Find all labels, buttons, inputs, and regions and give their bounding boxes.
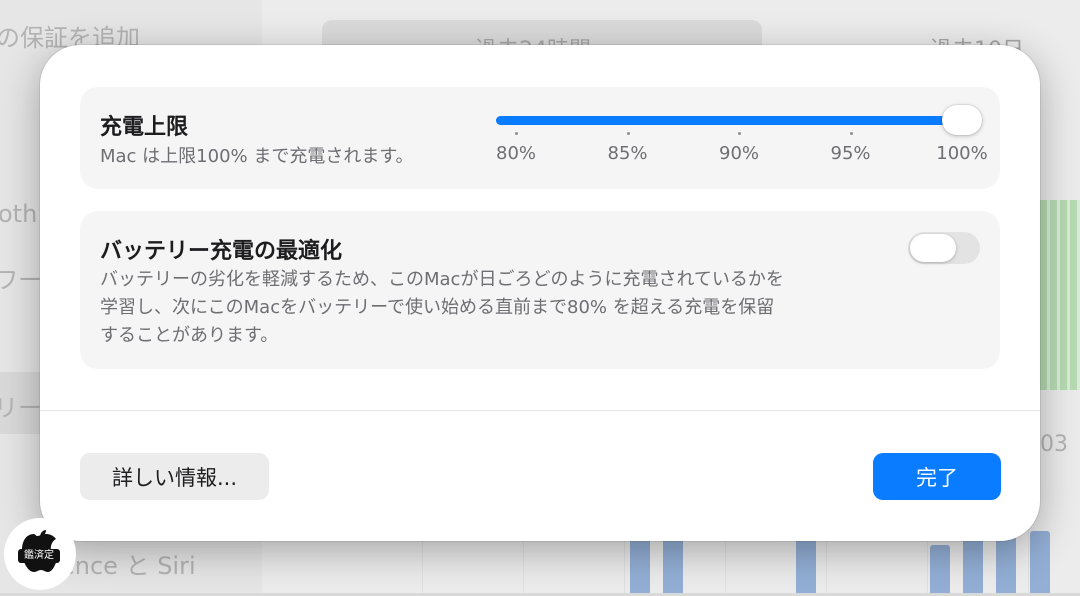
slider-tick: [849, 132, 853, 135]
slider-tick-label-100: 100%: [936, 143, 988, 164]
slider-tick-label-85: 85%: [607, 143, 648, 164]
battery-options-sheet: 充電上限 Mac は上限100% まで充電されます。 80% 85% 90% 9…: [40, 45, 1040, 541]
charge-limit-group: 充電上限 Mac は上限100% まで充電されます。 80% 85% 90% 9…: [80, 87, 1000, 189]
charge-limit-description: Mac は上限100% まで充電されます。: [100, 146, 414, 167]
apple-certified-logo: 鑑済定: [2, 516, 78, 592]
slider-tick: [626, 132, 630, 135]
optimized-charging-title: バッテリー充電の最適化: [100, 239, 343, 264]
slider-tick: [738, 132, 741, 135]
slider-tick-label-90: 90%: [718, 143, 760, 164]
footer-divider: [40, 410, 1040, 411]
charge-limit-title: 充電上限: [100, 115, 189, 140]
slider-tick-label-80: 80%: [495, 143, 537, 164]
optimized-charging-group: バッテリー充電の最適化 バッテリーの劣化を軽減するため、このMacが日ごろどのよ…: [80, 211, 1000, 369]
optimized-charging-description-line-1: バッテリーの劣化を軽減するため、このMacが日ごろどのように充電されているかを: [100, 269, 784, 290]
slider-fill: [496, 116, 962, 125]
slider-tick: [515, 132, 518, 135]
more-info-button[interactable]: 詳しい情報...: [80, 453, 269, 500]
optimized-charging-toggle[interactable]: [908, 232, 980, 264]
slider-knob[interactable]: [942, 105, 982, 135]
charge-limit-slider[interactable]: 80% 85% 90% 95% 100%: [495, 105, 988, 175]
done-button[interactable]: 完了: [873, 453, 1001, 500]
optimized-charging-description-line-3: することがあります。: [100, 325, 279, 346]
toggle-knob: [910, 234, 956, 262]
slider-tick-label-95: 95%: [830, 143, 871, 164]
watermark-text: 鑑済定: [24, 550, 54, 561]
optimized-charging-description-line-2: 学習し、次にこのMacをバッテリーで使い始める直前まで80% を超える充電を保留: [100, 297, 775, 318]
